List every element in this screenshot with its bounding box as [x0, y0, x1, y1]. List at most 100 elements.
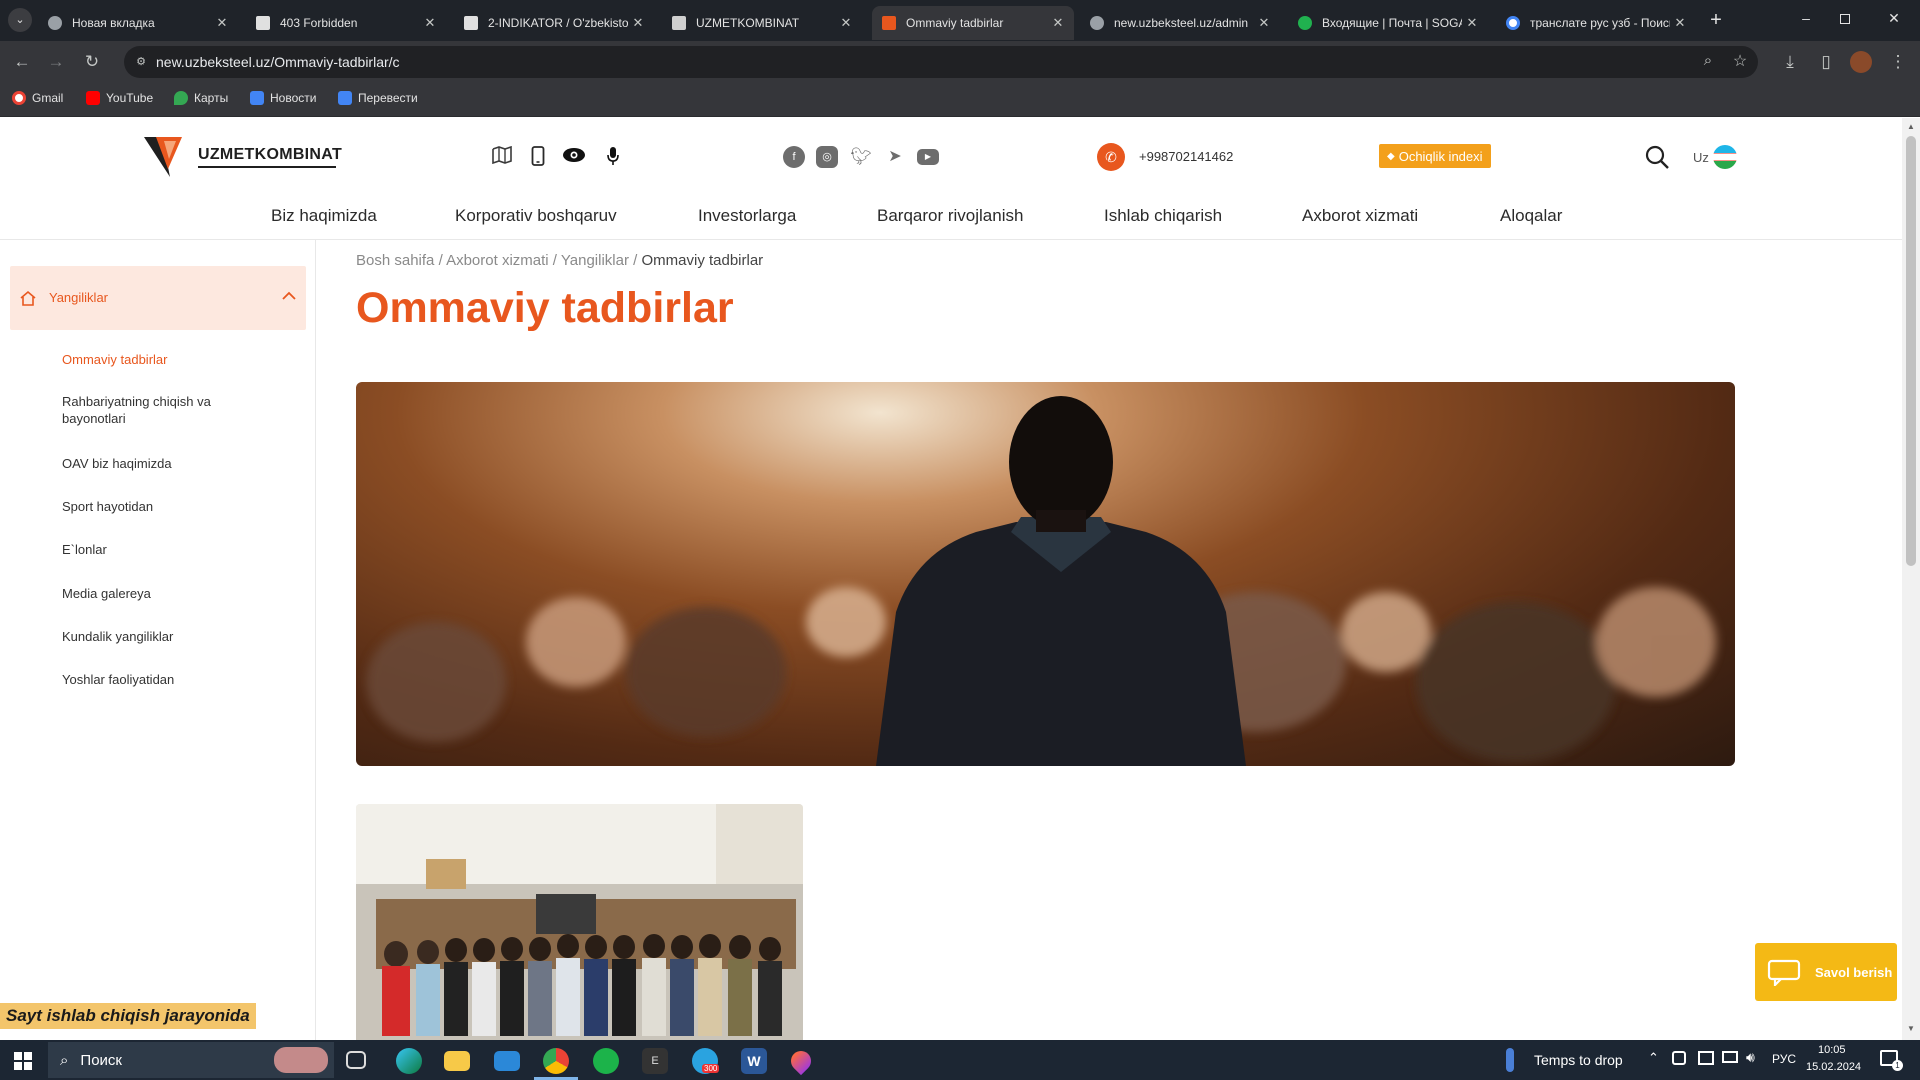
telegram-icon[interactable]: 300: [692, 1048, 720, 1074]
side-panel-icon[interactable]: ▯: [1814, 50, 1838, 74]
close-icon[interactable]: ✕: [1462, 15, 1482, 31]
bookmark-maps[interactable]: Карты: [174, 91, 228, 105]
browser-tab[interactable]: new.uzbeksteel.uz/admin ✕: [1080, 6, 1280, 40]
restore-icon[interactable]: [1840, 14, 1850, 24]
epic-games-icon[interactable]: E: [642, 1048, 668, 1074]
bookmark-translate[interactable]: Перевести: [338, 91, 418, 105]
sidebar-item-announcements[interactable]: E`lonlar: [62, 541, 262, 558]
scroll-down-icon[interactable]: ▼: [1906, 1024, 1916, 1034]
language-switcher[interactable]: Uz: [1693, 145, 1737, 169]
map-icon[interactable]: [491, 145, 513, 168]
weather-text[interactable]: Temps to drop: [1534, 1052, 1623, 1068]
phone-icon[interactable]: ✆: [1097, 143, 1125, 171]
breadcrumb-home[interactable]: Bosh sahifa: [356, 252, 434, 269]
facebook-icon[interactable]: f: [783, 146, 805, 168]
clock-time[interactable]: 10:05: [1818, 1044, 1846, 1056]
url-text[interactable]: new.uzbeksteel.uz/Ommaviy-tadbirlar/c: [156, 54, 400, 70]
breadcrumb-information-service[interactable]: Axborot xizmati: [446, 252, 549, 269]
green-app-icon[interactable]: [593, 1048, 619, 1074]
close-icon[interactable]: ✕: [420, 15, 440, 31]
bookmark-news[interactable]: Новости: [250, 91, 316, 105]
bookmark-youtube[interactable]: YouTube: [86, 91, 153, 105]
browser-tab[interactable]: UZMETKOMBINAT ✕: [662, 6, 862, 40]
scrollbar-thumb[interactable]: [1906, 136, 1916, 566]
menu-corporate-governance[interactable]: Korporativ boshqaruv: [455, 206, 617, 226]
ask-question-button[interactable]: Savol berish: [1755, 943, 1897, 1001]
youtube-icon[interactable]: ▶: [917, 149, 939, 165]
twitter-icon[interactable]: 🐦︎: [850, 146, 872, 168]
tray-network-icon[interactable]: [1672, 1051, 1686, 1065]
edge-icon[interactable]: [396, 1048, 422, 1074]
chrome-icon[interactable]: [543, 1048, 569, 1074]
chevron-up-icon[interactable]: [282, 288, 298, 304]
mail-icon[interactable]: [494, 1051, 520, 1071]
address-bar[interactable]: ⚙ new.uzbeksteel.uz/Ommaviy-tadbirlar/c …: [124, 46, 1758, 78]
windows-start-icon[interactable]: [14, 1052, 32, 1070]
menu-contacts[interactable]: Aloqalar: [1500, 206, 1562, 226]
browser-tab[interactable]: транслате рус узб - Поиск ✕: [1496, 6, 1696, 40]
clock-date[interactable]: 15.02.2024: [1806, 1061, 1861, 1073]
taskbar-search[interactable]: ⌕ Поиск: [48, 1042, 334, 1078]
word-icon[interactable]: W: [741, 1048, 767, 1074]
site-info-icon[interactable]: ⚙: [134, 55, 148, 69]
close-icon[interactable]: ✕: [628, 15, 648, 31]
menu-sustainable-development[interactable]: Barqaror rivojlanish: [877, 206, 1023, 226]
zoom-icon[interactable]: ⌕: [1698, 52, 1718, 72]
menu-dots-icon[interactable]: ⋮: [1886, 50, 1910, 74]
bookmark-star-icon[interactable]: ☆: [1730, 51, 1750, 71]
minimize-icon[interactable]: –: [1796, 10, 1816, 30]
search-icon[interactable]: [1644, 144, 1670, 170]
browser-tab-active[interactable]: Ommaviy tadbirlar ✕: [872, 6, 1074, 40]
browser-tab[interactable]: Входящие | Почта | SOGAZ ✕: [1288, 6, 1488, 40]
phone-number[interactable]: +998702141462: [1139, 149, 1233, 164]
browser-tab[interactable]: 2-INDIKATOR / O'zbekiston ✕: [454, 6, 654, 40]
thermometer-icon[interactable]: [1506, 1048, 1514, 1072]
menu-about-us[interactable]: Biz haqimizda: [271, 206, 377, 226]
notification-icon[interactable]: 1: [1880, 1050, 1903, 1071]
telegram-icon[interactable]: ➤: [884, 146, 906, 168]
close-icon[interactable]: ✕: [1670, 15, 1690, 31]
menu-investors[interactable]: Investorlarga: [698, 206, 796, 226]
browser-tab[interactable]: 403 Forbidden ✕: [246, 6, 446, 40]
tab-list-button[interactable]: ⌄: [8, 8, 32, 32]
sidebar-item-media-gallery[interactable]: Media galereya: [62, 585, 262, 602]
mobile-icon[interactable]: [527, 146, 549, 168]
volume-icon[interactable]: 🔊︎: [1746, 1049, 1755, 1066]
close-icon[interactable]: ✕: [1048, 15, 1068, 31]
sidebar-item-daily-news[interactable]: Kundalik yangiliklar: [62, 628, 262, 645]
drop-app-icon[interactable]: [786, 1046, 816, 1076]
download-icon[interactable]: ⤓: [1778, 50, 1802, 74]
input-language[interactable]: РУС: [1772, 1052, 1796, 1066]
sidebar-category-news[interactable]: Yangiliklar: [10, 266, 306, 330]
sidebar-item-sport[interactable]: Sport hayotidan: [62, 498, 262, 515]
news-photo[interactable]: [356, 804, 803, 1044]
close-icon[interactable]: ✕: [836, 15, 856, 31]
menu-production[interactable]: Ishlab chiqarish: [1104, 206, 1222, 226]
instagram-icon[interactable]: ◎: [816, 146, 838, 168]
close-window-icon[interactable]: ✕: [1884, 10, 1904, 30]
page-scrollbar[interactable]: ▲ ▼: [1902, 118, 1920, 1040]
bookmark-gmail[interactable]: Gmail: [12, 91, 63, 105]
tray-monitor-icon[interactable]: [1722, 1051, 1738, 1063]
scroll-up-icon[interactable]: ▲: [1906, 122, 1916, 132]
sidebar-item-public-events[interactable]: Ommaviy tadbirlar: [62, 351, 262, 368]
close-icon[interactable]: ✕: [1254, 15, 1274, 31]
openness-index-button[interactable]: ◆ Ochiqlik indexi: [1379, 144, 1491, 168]
sidebar-item-management-statements[interactable]: Rahbariyatning chiqish va bayonotlari: [62, 393, 262, 427]
browser-tab[interactable]: Новая вкладка ✕: [38, 6, 238, 40]
file-explorer-icon[interactable]: [444, 1051, 470, 1071]
new-tab-button[interactable]: +: [1704, 8, 1728, 32]
tray-chevron-icon[interactable]: ⌃: [1648, 1050, 1659, 1066]
breadcrumb-news[interactable]: Yangiliklar: [561, 252, 629, 269]
microphone-icon[interactable]: [602, 146, 624, 168]
forward-icon[interactable]: →: [44, 50, 68, 74]
close-icon[interactable]: ✕: [212, 15, 232, 31]
eye-icon[interactable]: [562, 146, 585, 168]
tray-display-icon[interactable]: [1698, 1051, 1714, 1065]
profile-avatar[interactable]: [1850, 51, 1872, 73]
sidebar-item-media-about-us[interactable]: OAV biz haqimizda: [62, 455, 262, 472]
task-view-icon[interactable]: [346, 1051, 366, 1069]
site-logo[interactable]: UZMETKOMBINAT: [142, 133, 342, 179]
menu-information-service[interactable]: Axborot xizmati: [1302, 206, 1418, 226]
reload-icon[interactable]: ↻: [80, 50, 104, 74]
